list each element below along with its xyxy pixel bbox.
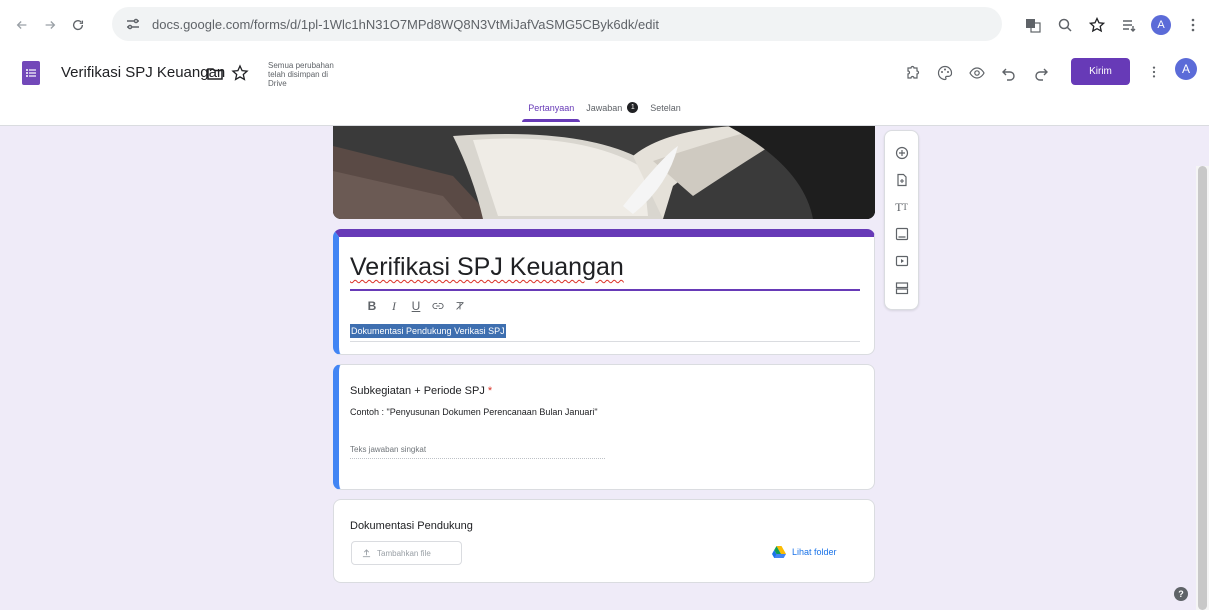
description-underline [350,341,860,342]
form-canvas: Verifikasi SPJ Keuangan B I U Dokumentas… [0,126,1209,610]
redo-icon[interactable] [1025,59,1057,87]
customize-theme-icon[interactable] [929,59,961,87]
required-mark: * [487,385,493,397]
preview-eye-icon[interactable] [961,59,993,87]
question-description: Contoh : "Penyusunan Dokumen Perencanaan… [350,407,598,417]
site-settings-icon[interactable] [124,15,142,33]
tab-responses-label: Jawaban [586,103,623,113]
star-icon[interactable] [231,64,249,82]
forms-logo-icon[interactable] [22,61,40,85]
tab-questions-label: Pertanyaan [528,103,575,113]
bold-button[interactable]: B [361,297,383,315]
header-image [333,126,875,219]
vertical-scrollbar[interactable] [1196,166,1209,610]
add-video-icon[interactable] [890,249,914,273]
add-file-label: Tambahkan file [377,548,431,558]
tab-responses[interactable]: Jawaban 1 [580,97,644,126]
link-icon[interactable] [427,297,449,315]
title-underline [350,289,860,291]
profile-button[interactable]: A [1145,15,1177,35]
help-icon[interactable]: ? [1174,587,1188,601]
add-question-icon[interactable] [890,141,914,165]
save-status: Semua perubahan telah disimpan di Drive [268,61,334,88]
clear-formatting-icon[interactable] [449,297,471,315]
more-options-icon[interactable] [1146,62,1162,82]
document-title[interactable]: Verifikasi SPJ Keuangan [61,64,225,81]
add-title-icon[interactable]: TT [890,195,914,219]
view-folder-link[interactable]: Lihat folder [772,546,837,558]
underline-button[interactable]: U [405,297,427,315]
form-title-text: Verifikasi SPJ Keuangan [350,253,624,281]
browser-toolbar: docs.google.com/forms/d/1pl-1Wlc1hN31O7M… [0,0,1209,50]
reading-list-icon[interactable] [1113,17,1145,33]
address-bar[interactable]: docs.google.com/forms/d/1pl-1Wlc1hN31O7M… [112,7,1002,41]
tab-questions[interactable]: Pertanyaan [522,97,581,126]
form-tabs: Pertanyaan Jawaban 1 Setelan [0,97,1209,126]
file-question-title: Dokumentasi Pendukung [350,520,473,532]
drive-icon [772,546,786,558]
short-answer-field[interactable]: Teks jawaban singkat [350,445,605,459]
upload-icon [362,548,371,557]
move-folder-icon[interactable] [206,65,224,83]
add-file-button[interactable]: Tambahkan file [351,541,462,565]
scrollbar-thumb[interactable] [1198,166,1207,610]
view-folder-label: Lihat folder [792,547,837,557]
zoom-icon[interactable] [1049,17,1081,33]
responses-count-badge: 1 [627,102,639,113]
forms-header: Verifikasi SPJ Keuangan Semua perubahan … [0,50,1209,126]
account-avatar[interactable]: A [1175,58,1197,80]
add-ons-icon[interactable] [897,59,929,87]
reload-icon[interactable] [66,13,90,37]
file-upload-card[interactable]: Dokumentasi Pendukung Tambahkan file Lih… [333,499,875,583]
translate-icon[interactable] [1017,17,1049,33]
form-title-card[interactable]: Verifikasi SPJ Keuangan B I U Dokumentas… [333,229,875,355]
back-icon[interactable] [10,13,34,37]
tab-settings[interactable]: Setelan [644,97,687,126]
browser-menu-icon[interactable] [1177,17,1209,33]
url-text: docs.google.com/forms/d/1pl-1Wlc1hN31O7M… [152,16,659,32]
send-button[interactable]: Kirim [1071,58,1130,85]
undo-icon[interactable] [993,59,1025,87]
add-section-icon[interactable] [890,276,914,300]
forward-icon[interactable] [38,13,62,37]
tab-settings-label: Setelan [650,103,681,113]
profile-avatar: A [1151,15,1171,35]
floating-toolbar: TT [884,130,919,310]
add-image-icon[interactable] [890,222,914,246]
italic-button[interactable]: I [383,297,405,315]
form-description[interactable]: Dokumentasi Pendukung Verikasi SPJ [350,324,506,338]
question-card[interactable]: Subkegiatan + Periode SPJ * Contoh : "Pen… [333,364,875,490]
import-questions-icon[interactable] [890,168,914,192]
form-title[interactable]: Verifikasi SPJ Keuangan [350,253,624,282]
question-title: Subkegiatan + Periode SPJ * [350,385,492,397]
bookmark-star-icon[interactable] [1081,17,1113,33]
formatting-toolbar: B I U [361,297,471,315]
question-title-text: Subkegiatan + Periode SPJ [350,385,485,397]
